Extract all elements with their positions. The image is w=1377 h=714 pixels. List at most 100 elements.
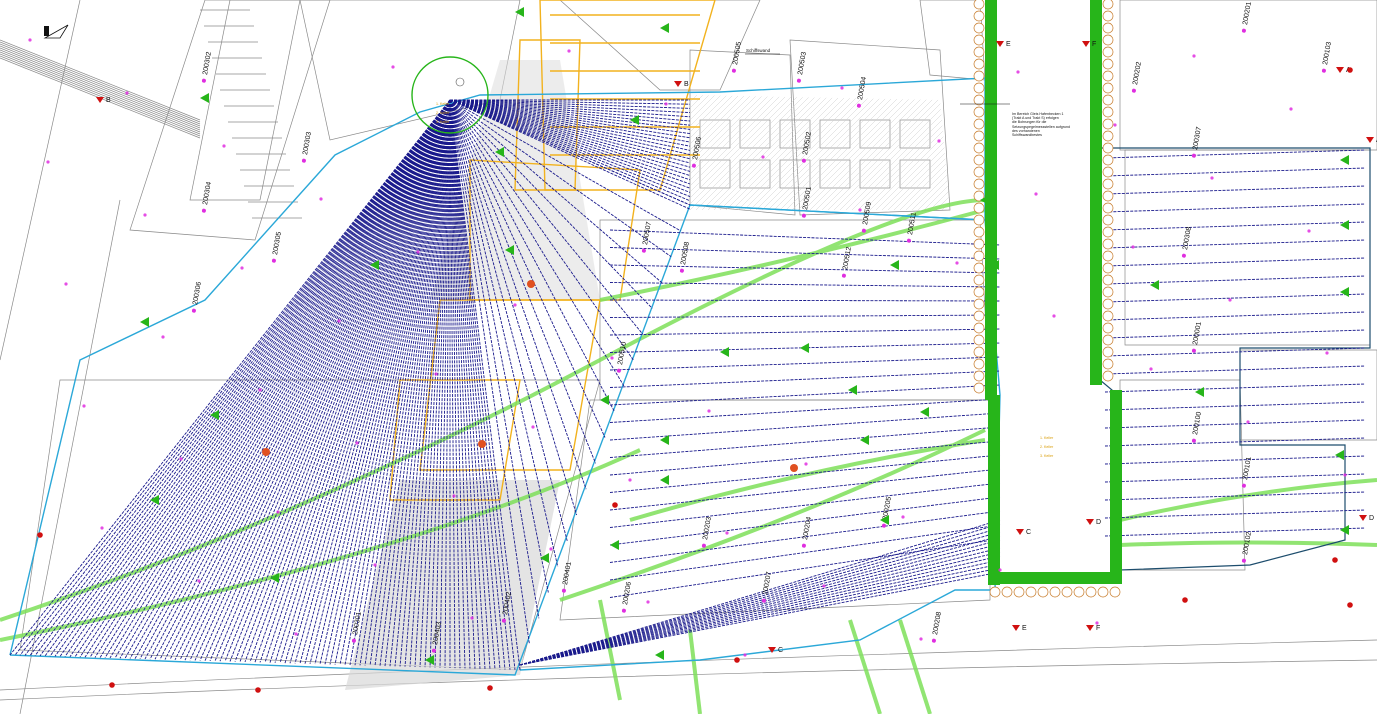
north-arrow-icon <box>43 24 69 39</box>
orange-red-dots <box>262 280 798 472</box>
point-label: 200505 <box>731 41 743 73</box>
point-label: 200304 <box>201 181 213 213</box>
svg-text:D: D <box>1369 515 1374 522</box>
legend-left-item: 1. Keller <box>436 102 450 107</box>
svg-text:F: F <box>1096 625 1100 632</box>
point-label: 200001 <box>1191 321 1203 353</box>
svg-text:200202: 200202 <box>1132 61 1143 85</box>
svg-text:200302: 200302 <box>202 51 213 75</box>
triangle-marker <box>720 347 729 357</box>
section-marker: B <box>96 97 111 104</box>
utility-corridors <box>0 198 1377 714</box>
section-marker: A <box>1366 137 1377 144</box>
point-label: 200303 <box>301 131 313 163</box>
hatched-courtyard <box>690 95 950 210</box>
red-point <box>37 532 43 538</box>
red-point <box>1182 597 1188 603</box>
svg-text:200207: 200207 <box>762 571 773 595</box>
svg-text:200304: 200304 <box>202 181 213 205</box>
triangle-marker <box>1195 387 1204 397</box>
point-label: 200207 <box>761 571 773 603</box>
red-point <box>255 687 261 693</box>
red-point <box>612 502 618 508</box>
section-marker: D <box>1086 519 1101 526</box>
point-label: 200508 <box>679 241 691 273</box>
triangle-marker <box>660 23 669 33</box>
svg-text:200100: 200100 <box>1192 411 1203 435</box>
triangle-marker <box>200 93 209 103</box>
svg-text:200512: 200512 <box>842 246 853 270</box>
triangle-marker <box>800 343 809 353</box>
triangle-marker <box>848 385 857 395</box>
section-marker: D <box>1359 515 1374 522</box>
legend-left: 1. Keller 2. Keller 3. Keller <box>436 98 449 129</box>
legend-right-item: 2. Keller <box>1040 445 1054 450</box>
point-label: 200302 <box>201 51 213 83</box>
red-point <box>1347 67 1353 73</box>
legend-left-item: 3. Keller <box>436 120 450 125</box>
existing-building-outlines <box>0 0 1377 714</box>
triangle-marker <box>1335 450 1344 460</box>
legend-right: 1. Keller 2. Keller 3. Keller <box>1040 432 1053 463</box>
point-label: 200401 <box>561 561 573 593</box>
svg-text:E: E <box>1022 625 1027 632</box>
svg-text:200103: 200103 <box>1322 41 1333 65</box>
borehole-fan-lines <box>9 99 691 671</box>
schiffswand-label-group: Schiffswand <box>745 48 1010 105</box>
svg-text:D: D <box>1096 519 1101 526</box>
site-plan-drawing: 200505 200503200504200506 2005022005012005… <box>0 0 1377 714</box>
point-label: 200306 <box>191 281 203 313</box>
svg-text:200201: 200201 <box>1242 1 1253 25</box>
section-marker: F <box>1082 41 1096 48</box>
svg-text:200401: 200401 <box>562 561 573 585</box>
point-label: 200201 <box>1241 1 1253 33</box>
red-point <box>1347 602 1353 608</box>
triangle-marker <box>1340 287 1349 297</box>
svg-text:200308: 200308 <box>1182 226 1193 250</box>
triangle-marker <box>920 407 929 417</box>
point-label: 200202 <box>1131 61 1143 93</box>
triangle-marker <box>1150 280 1159 290</box>
point-label: 200305 <box>271 231 283 263</box>
svg-text:200203: 200203 <box>702 516 713 540</box>
point-label: 200307 <box>1191 126 1203 158</box>
svg-text:200510: 200510 <box>617 341 628 365</box>
point-label: 200208 <box>931 611 943 643</box>
svg-text:200204: 200204 <box>802 516 813 540</box>
section-marker: F <box>1086 625 1100 632</box>
triangle-marker <box>140 317 149 327</box>
section-marker: B <box>674 81 689 88</box>
point-label: 200503 <box>796 51 808 83</box>
svg-text:C: C <box>1026 529 1031 536</box>
svg-text:200505: 200505 <box>732 41 743 65</box>
triangle-marker <box>1340 155 1349 165</box>
section-marker: C <box>1016 529 1031 536</box>
point-label: 200507 <box>641 221 653 253</box>
point-label: 200103 <box>1321 41 1333 73</box>
red-point <box>109 682 115 688</box>
triangle-marker <box>150 495 159 505</box>
drilling-note: Im Bereich Gleis Hafenbecken 1 (Trakt A … <box>1012 112 1070 138</box>
red-point <box>1332 557 1338 563</box>
triangle-marker <box>860 435 869 445</box>
svg-text:200001: 200001 <box>1192 321 1203 345</box>
svg-text:F: F <box>1092 41 1096 48</box>
triangle-marker <box>890 260 899 270</box>
svg-text:200503: 200503 <box>797 51 808 75</box>
point-label: 200206 <box>621 581 633 613</box>
svg-text:200307: 200307 <box>1192 126 1203 150</box>
svg-text:200208: 200208 <box>932 611 943 635</box>
point-label: 200510 <box>616 341 628 373</box>
red-point <box>734 657 740 663</box>
point-label: 200308 <box>1181 226 1193 258</box>
triangle-marker <box>610 540 619 550</box>
point-label: 200512 <box>841 246 853 278</box>
schiffswand-label: Schiffswand <box>746 48 771 53</box>
legend-left-item: 2. Keller <box>436 111 450 116</box>
svg-text:200507: 200507 <box>642 221 653 245</box>
triangle-marker <box>515 7 524 17</box>
svg-text:200504: 200504 <box>857 76 868 100</box>
section-marker: E <box>996 41 1011 48</box>
svg-text:B: B <box>684 81 689 88</box>
section-marker: E <box>1012 625 1027 632</box>
